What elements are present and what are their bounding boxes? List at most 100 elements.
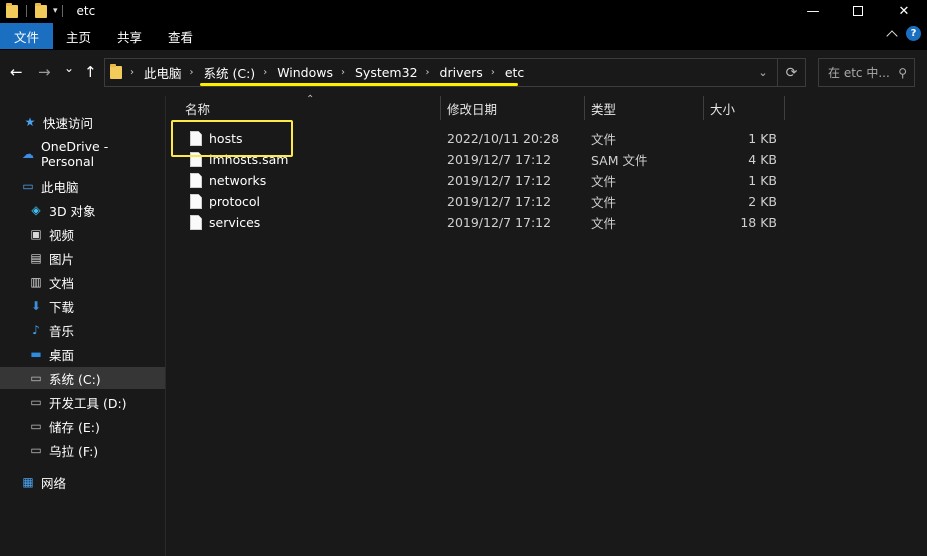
chevron-right-icon[interactable]: › (426, 67, 430, 78)
close-button[interactable]: ✕ (881, 0, 927, 22)
sidebar-item-drive-f[interactable]: ▭ 乌拉 (F:) (0, 439, 165, 461)
hosts-annotation-box (171, 120, 293, 157)
sidebar-item-label: 乌拉 (F:) (49, 443, 99, 459)
search-placeholder: 在 etc 中... (828, 66, 890, 80)
folder-icon (110, 64, 122, 79)
column-header-size[interactable]: 大小 (710, 96, 784, 120)
search-input[interactable]: 在 etc 中... ⚲ (818, 58, 915, 87)
file-size: 1 KB (748, 131, 777, 146)
file-size: 4 KB (748, 152, 777, 167)
file-modified: 2019/12/7 17:12 (447, 215, 552, 230)
sidebar-item-label: 网络 (41, 475, 67, 491)
breadcrumb-etc[interactable]: etc (505, 65, 524, 80)
chevron-right-icon[interactable]: › (491, 67, 495, 78)
help-icon[interactable]: ? (906, 26, 921, 41)
sidebar-item-label: 开发工具 (D:) (49, 395, 127, 411)
file-row[interactable]: networks 2019/12/7 17:12 文件 1 KB (166, 170, 927, 191)
breadcrumb-drivers[interactable]: drivers (440, 65, 483, 80)
tab-file[interactable]: 文件 (0, 23, 54, 49)
breadcrumb-this-pc[interactable]: 此电脑 (144, 63, 182, 82)
column-header-modified[interactable]: 修改日期 (447, 96, 584, 120)
sidebar-item-videos[interactable]: ▣ 视频 (0, 223, 165, 245)
chevron-right-icon[interactable]: › (190, 67, 194, 78)
tab-share[interactable]: 共享 (104, 23, 155, 49)
column-divider[interactable] (703, 96, 704, 120)
toolbar-divider (26, 5, 27, 17)
sidebar-item-documents[interactable]: ▥ 文档 (0, 271, 165, 293)
document-icon: ▥ (30, 275, 42, 289)
column-divider[interactable] (584, 96, 585, 120)
chevron-down-icon[interactable]: ⌄ (749, 66, 777, 79)
customize-toolbar-dropdown-icon[interactable]: ▾ (53, 6, 58, 16)
column-type-label: 类型 (591, 101, 617, 117)
breadcrumb-system32[interactable]: System32 (355, 65, 418, 80)
sidebar-item-pictures[interactable]: ▤ 图片 (0, 247, 165, 269)
minimize-button[interactable]: — (790, 0, 836, 22)
maximize-button[interactable] (835, 0, 881, 22)
ribbon-tabs: 文件 主页 共享 查看 ? (0, 22, 927, 50)
desktop-icon: ▬ (30, 347, 42, 361)
quick-access-toolbar: ▾ (6, 2, 58, 18)
chevron-right-icon[interactable]: › (341, 67, 345, 78)
file-type: SAM 文件 (591, 153, 648, 168)
file-name: protocol (209, 194, 260, 209)
sidebar-item-drive-d[interactable]: ▭ 开发工具 (D:) (0, 391, 165, 413)
minimize-icon: — (806, 3, 820, 19)
file-size: 1 KB (748, 173, 777, 188)
file-row[interactable]: protocol 2019/12/7 17:12 文件 2 KB (166, 191, 927, 212)
file-name: networks (209, 173, 267, 188)
chevron-right-icon[interactable]: › (263, 67, 267, 78)
file-size: 2 KB (748, 194, 777, 209)
column-divider[interactable] (784, 96, 785, 120)
computer-icon: ▭ (22, 179, 34, 193)
refresh-icon[interactable]: ⟳ (777, 59, 805, 86)
column-header-type[interactable]: 类型 (591, 96, 703, 120)
sidebar-item-downloads[interactable]: ⬇ 下载 (0, 295, 165, 317)
new-folder-icon[interactable] (35, 2, 47, 18)
sidebar-item-quick-access[interactable]: ★ 快速访问 (0, 111, 165, 133)
breadcrumb-drive-c[interactable]: 系统 (C:) (204, 63, 256, 82)
column-divider[interactable] (440, 96, 441, 120)
recent-locations-icon[interactable]: ⌄ (64, 61, 74, 75)
up-arrow-icon[interactable]: ↑ (84, 63, 97, 81)
ribbon-controls: ? (886, 26, 921, 42)
sidebar-item-label: 文档 (49, 275, 75, 291)
sidebar-item-label: OneDrive - Personal (40, 139, 109, 169)
breadcrumb-windows[interactable]: Windows (277, 65, 333, 80)
sidebar-item-onedrive[interactable]: ☁ OneDrive - Personal (0, 139, 165, 169)
video-icon: ▣ (30, 227, 42, 241)
address-controls: ⌄ ⟳ (749, 59, 805, 86)
sidebar-item-label: 视频 (49, 227, 75, 243)
file-name-cell[interactable]: protocol (190, 191, 260, 212)
file-row[interactable]: services 2019/12/7 17:12 文件 18 KB (166, 212, 927, 233)
close-icon: ✕ (898, 3, 910, 19)
tab-home[interactable]: 主页 (53, 23, 104, 49)
maximize-icon (853, 6, 863, 16)
sidebar-item-drive-c[interactable]: ▭ 系统 (C:) (0, 367, 165, 389)
expand-ribbon-icon[interactable] (886, 29, 898, 42)
sidebar-item-network[interactable]: ▦ 网络 (0, 471, 165, 493)
tab-view[interactable]: 查看 (155, 23, 206, 49)
sidebar-item-3d-objects[interactable]: ◈ 3D 对象 (0, 199, 165, 221)
file-type: 文件 (591, 174, 617, 189)
sidebar-item-this-pc[interactable]: ▭ 此电脑 (0, 175, 165, 197)
sidebar-item-drive-e[interactable]: ▭ 储存 (E:) (0, 415, 165, 437)
sidebar-item-desktop[interactable]: ▬ 桌面 (0, 343, 165, 365)
sidebar-item-music[interactable]: ♪ 音乐 (0, 319, 165, 341)
sidebar-item-label: 3D 对象 (49, 203, 96, 219)
file-icon (190, 173, 202, 188)
sidebar-item-label: 图片 (49, 251, 75, 267)
column-header-name[interactable]: 名称 (185, 96, 440, 120)
file-name-cell[interactable]: networks (190, 170, 266, 191)
file-name-cell[interactable]: services (190, 212, 260, 233)
cloud-icon: ☁ (21, 147, 34, 161)
back-arrow-icon[interactable]: ← (10, 63, 23, 81)
drive-icon: ▭ (30, 443, 42, 457)
sidebar-item-label: 系统 (C:) (49, 371, 101, 387)
column-name-label: 名称 (185, 101, 211, 117)
drive-icon: ▭ (30, 395, 42, 409)
folder-icon[interactable] (6, 2, 18, 18)
search-icon[interactable]: ⚲ (898, 66, 907, 80)
forward-arrow-icon[interactable]: → (38, 63, 51, 81)
star-icon: ★ (24, 115, 36, 129)
